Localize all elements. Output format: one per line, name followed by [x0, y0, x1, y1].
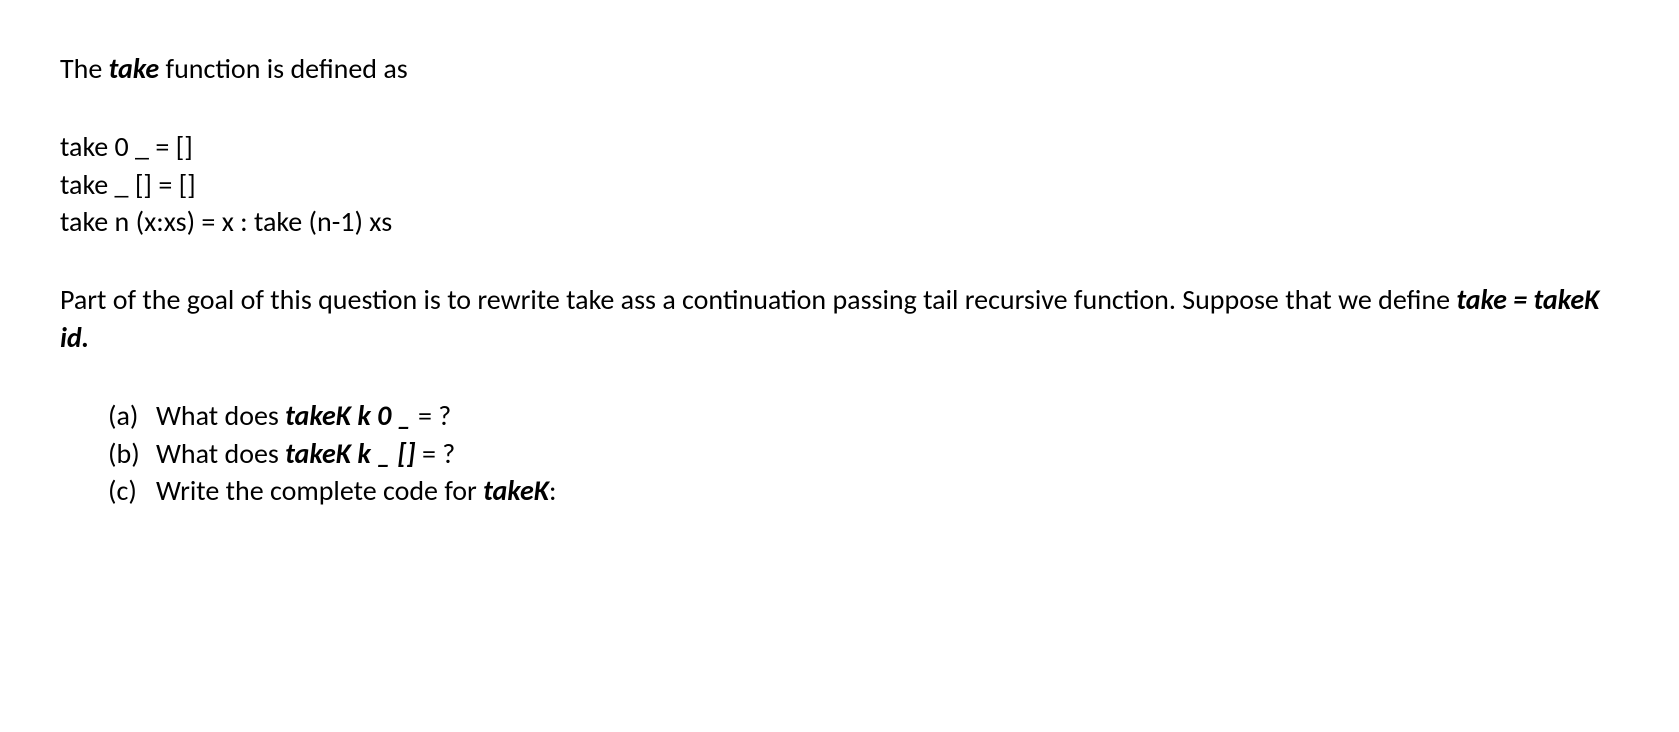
question-c-pre: Write the complete code for — [156, 473, 483, 508]
question-b: (b) What does takeK k _ [] = ? — [108, 435, 1619, 473]
code-line-2: take _ [] = [] — [60, 166, 1619, 204]
question-a-marker: (a) — [108, 397, 156, 435]
intro-post: function is defined as — [159, 51, 408, 86]
code-line-1: take 0 _ = [] — [60, 128, 1619, 166]
question-b-marker: (b) — [108, 435, 156, 473]
goal-pre: Part of the goal of this question is to … — [60, 282, 1456, 317]
question-c-marker: (c) — [108, 472, 156, 510]
code-line-3: take n (x:xs) = x : take (n-1) xs — [60, 203, 1619, 241]
question-c-code: takeK — [483, 473, 549, 508]
question-b-text: What does takeK k _ [] = ? — [156, 435, 455, 473]
questions-list: (a) What does takeK k 0 _ = ? (b) What d… — [60, 397, 1619, 510]
intro-line: The take function is defined as — [60, 50, 1619, 88]
question-b-post: = ? — [416, 436, 456, 471]
intro-pre: The — [60, 51, 109, 86]
question-a-pre: What does — [156, 398, 285, 433]
question-a-post: = ? — [418, 398, 451, 433]
question-a-text: What does takeK k 0 _ = ? — [156, 397, 451, 435]
question-a-code: takeK k 0 _ — [285, 398, 418, 433]
intro-fn: take — [109, 51, 160, 86]
question-c: (c) Write the complete code for takeK: — [108, 472, 1619, 510]
question-b-pre: What does — [156, 436, 285, 471]
code-block: take 0 _ = [] take _ [] = [] take n (x:x… — [60, 128, 1619, 241]
question-c-post: : — [549, 473, 557, 508]
question-b-code: takeK k _ [] — [285, 436, 415, 471]
question-c-text: Write the complete code for takeK: — [156, 472, 557, 510]
question-a: (a) What does takeK k 0 _ = ? — [108, 397, 1619, 435]
goal-paragraph: Part of the goal of this question is to … — [60, 281, 1619, 357]
